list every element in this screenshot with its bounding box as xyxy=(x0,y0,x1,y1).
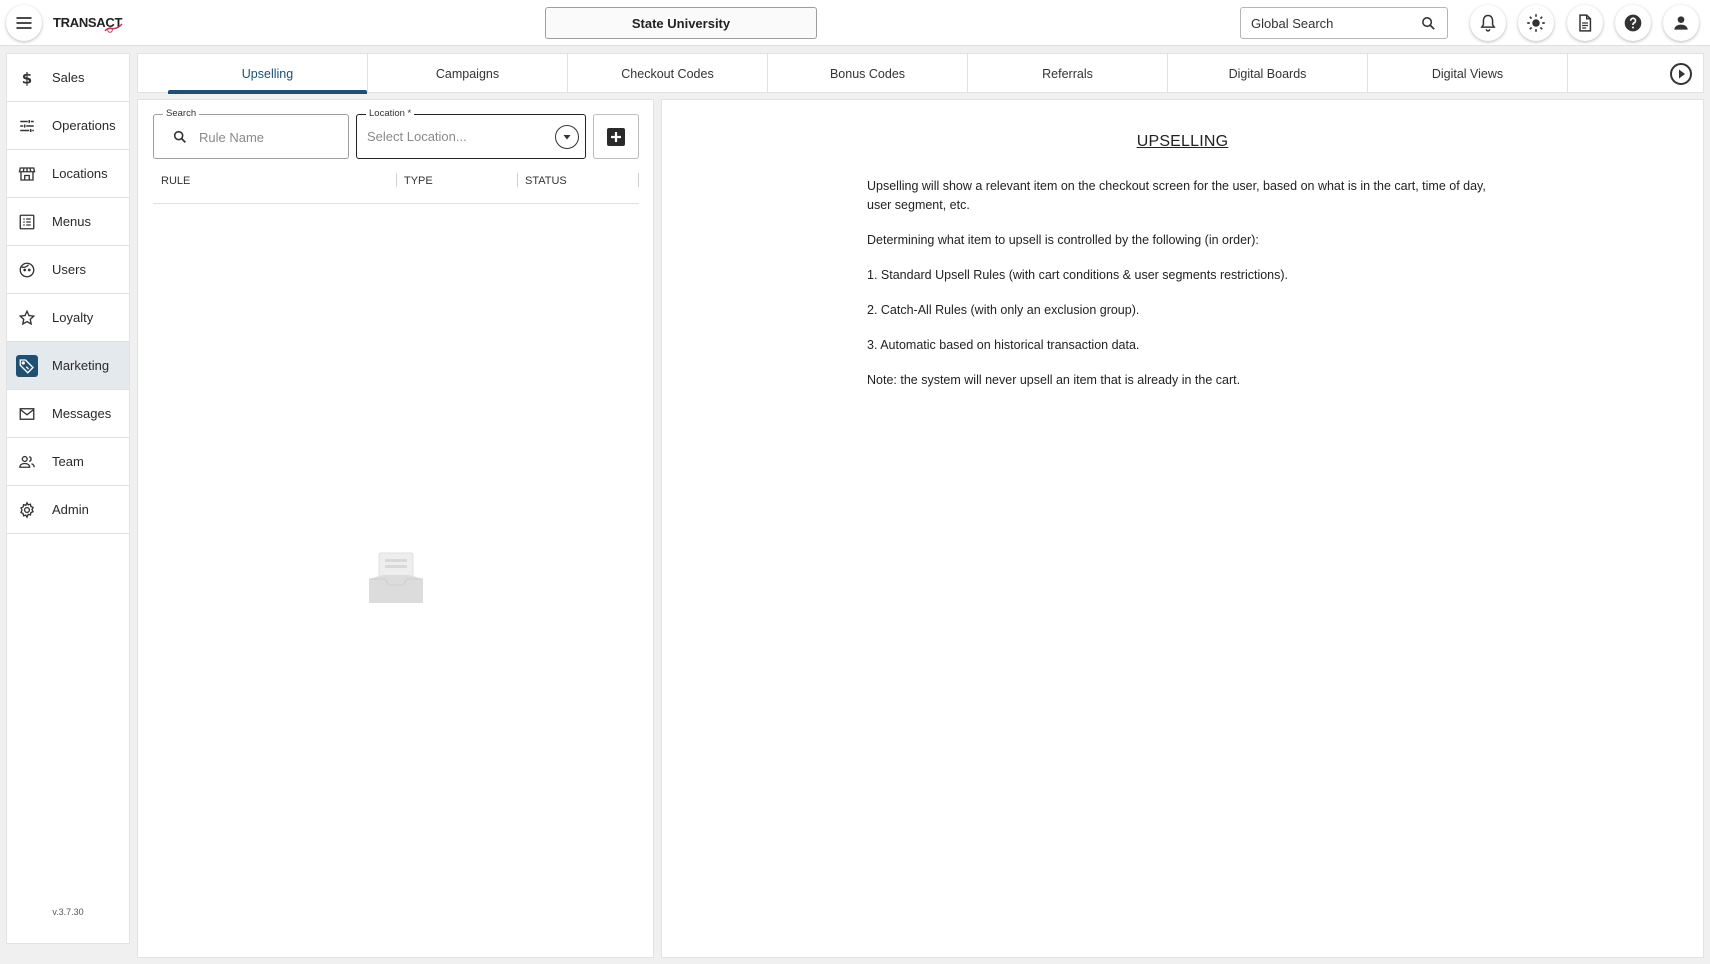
info-paragraph: Determining what item to upsell is contr… xyxy=(867,233,1259,247)
sidebar-item-messages[interactable]: Messages xyxy=(7,390,129,438)
document-icon xyxy=(1579,14,1592,32)
tab-campaigns[interactable]: Campaigns xyxy=(368,54,568,93)
sidebar: $ Sales Operations Locations Menus Users… xyxy=(6,53,130,944)
info-paragraph: 3. Automatic based on historical transac… xyxy=(867,338,1140,352)
list-icon xyxy=(16,211,38,233)
rules-panel: Search Rule Name Location * Select Locat… xyxy=(137,99,654,958)
column-divider xyxy=(517,173,518,187)
tab-referrals[interactable]: Referrals xyxy=(968,54,1168,93)
column-divider xyxy=(638,173,639,187)
theme-toggle-button[interactable] xyxy=(1518,5,1554,41)
svg-text:$: $ xyxy=(22,69,32,87)
chevron-down-icon[interactable] xyxy=(555,125,579,149)
notifications-button[interactable] xyxy=(1470,5,1506,41)
location-field-label: Location * xyxy=(366,108,415,119)
tab-digital-boards[interactable]: Digital Boards xyxy=(1168,54,1368,93)
sidebar-item-operations[interactable]: Operations xyxy=(7,102,129,150)
sidebar-item-label: Marketing xyxy=(52,358,110,373)
bell-icon xyxy=(1480,14,1496,32)
sidebar-item-team[interactable]: Team xyxy=(7,438,129,486)
user-account-button[interactable] xyxy=(1663,5,1699,41)
app-version: v.3.7.30 xyxy=(52,907,84,917)
sidebar-item-label: Team xyxy=(52,454,84,469)
sidebar-item-label: Loyalty xyxy=(52,310,94,325)
sidebar-item-label: Sales xyxy=(52,70,85,85)
search-placeholder: Rule Name xyxy=(199,130,265,145)
info-title: UPSELLING xyxy=(1136,133,1229,150)
info-paragraph: Note: the system will never upsell an it… xyxy=(867,373,1241,387)
dollar-icon: $ xyxy=(16,67,38,89)
column-header-type[interactable]: TYPE xyxy=(404,175,433,187)
tab-upselling[interactable]: Upselling xyxy=(168,54,368,94)
mail-icon xyxy=(16,403,38,425)
top-bar: TRANSACT State University Global Search xyxy=(0,0,1710,46)
marketing-tabs: Upselling Campaigns Checkout Codes Bonus… xyxy=(137,53,1704,94)
tab-digital-views[interactable]: Digital Views xyxy=(1368,54,1568,93)
gear-icon xyxy=(16,499,38,521)
sidebar-item-label: Locations xyxy=(52,166,108,181)
search-field-label: Search xyxy=(163,108,200,119)
search-icon xyxy=(173,130,186,143)
sidebar-item-label: Messages xyxy=(52,406,112,421)
help-button[interactable] xyxy=(1615,5,1651,41)
tab-bonus-codes[interactable]: Bonus Codes xyxy=(768,54,968,93)
sidebar-item-label: Operations xyxy=(52,118,116,133)
face-icon xyxy=(16,259,38,281)
column-header-status[interactable]: STATUS xyxy=(525,175,567,187)
global-search-placeholder: Global Search xyxy=(1251,15,1334,31)
info-paragraph: 2. Catch-All Rules (with only an exclusi… xyxy=(867,303,1140,317)
add-rule-button[interactable] xyxy=(593,114,639,159)
upselling-info-panel: UPSELLING Upselling will show a relevant… xyxy=(661,99,1704,958)
logo-swoosh-icon xyxy=(104,23,123,33)
sidebar-item-label: Admin xyxy=(52,502,89,517)
sun-icon xyxy=(1527,14,1545,32)
user-icon xyxy=(1674,16,1688,30)
location-select[interactable]: Location * Select Location... xyxy=(356,108,586,159)
plus-box-icon xyxy=(607,127,625,146)
info-paragraph: Upselling will show a relevant item on t… xyxy=(867,179,1486,212)
location-placeholder: Select Location... xyxy=(367,129,467,144)
sidebar-item-admin[interactable]: Admin xyxy=(7,486,129,534)
organization-selector[interactable]: State University xyxy=(545,7,817,39)
hamburger-menu-icon xyxy=(16,17,32,29)
play-circle-icon[interactable] xyxy=(1669,62,1693,86)
rule-search-input[interactable]: Search Rule Name xyxy=(153,108,349,159)
sliders-icon xyxy=(16,115,38,137)
menu-button[interactable] xyxy=(6,5,42,41)
sidebar-item-marketing[interactable]: Marketing xyxy=(7,342,129,390)
sidebar-item-locations[interactable]: Locations xyxy=(7,150,129,198)
info-body: Upselling will show a relevant item on t… xyxy=(867,177,1487,406)
info-paragraph: 1. Standard Upsell Rules (with cart cond… xyxy=(867,268,1289,282)
sidebar-item-label: Users xyxy=(52,262,86,277)
store-icon xyxy=(16,163,38,185)
column-divider xyxy=(396,173,397,187)
star-icon xyxy=(16,307,38,329)
rules-table-header: RULE TYPE STATUS xyxy=(153,160,639,204)
help-icon xyxy=(1624,14,1642,32)
organization-name: State University xyxy=(631,15,731,31)
tab-checkout-codes[interactable]: Checkout Codes xyxy=(568,54,768,93)
column-header-rule[interactable]: RULE xyxy=(161,175,190,187)
tag-icon xyxy=(16,354,38,377)
search-icon xyxy=(1422,16,1435,30)
sidebar-item-menus[interactable]: Menus xyxy=(7,198,129,246)
sidebar-item-sales[interactable]: $ Sales xyxy=(7,54,129,102)
global-search-input[interactable]: Global Search xyxy=(1240,7,1448,39)
empty-inbox-icon xyxy=(369,552,423,603)
sidebar-item-users[interactable]: Users xyxy=(7,246,129,294)
sidebar-item-loyalty[interactable]: Loyalty xyxy=(7,294,129,342)
sidebar-item-label: Menus xyxy=(52,214,92,229)
documents-button[interactable] xyxy=(1567,5,1603,41)
group-icon xyxy=(16,451,38,473)
